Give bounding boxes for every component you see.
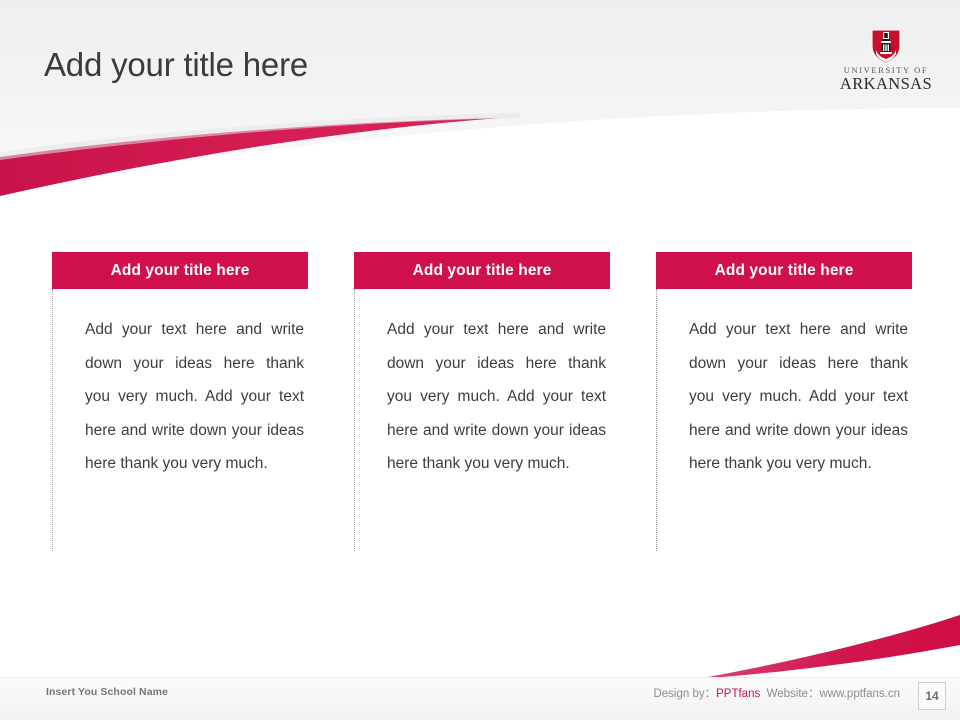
page-title: Add your title here [44, 46, 309, 83]
crimson-swoosh-bottom [708, 615, 960, 678]
footer-credit: Design by：PPTfans Website：www.pptfans.cn [653, 685, 900, 701]
footer-website-value: www.pptfans.cn [819, 688, 900, 700]
content-columns: Add your title here Add your text here a… [52, 252, 912, 551]
footer-design-by-value: PPTfans [716, 688, 761, 700]
footer-website-label: Website： [766, 688, 820, 700]
card-3-text: Add your text here and write down your i… [689, 321, 908, 472]
content-card-1: Add your title here Add your text here a… [52, 252, 308, 551]
card-1-header-label: Add your title here [110, 261, 250, 279]
footer-design-by-label: Design by： [653, 688, 717, 700]
logo-line-arkansas: ARKANSAS [839, 73, 933, 93]
card-2-text: Add your text here and write down your i… [387, 321, 606, 472]
card-1-body: Add your text here and write down your i… [52, 289, 308, 551]
card-3-header[interactable]: Add your title here [656, 252, 912, 289]
card-2-body: Add your text here and write down your i… [354, 289, 610, 551]
card-1-header[interactable]: Add your title here [52, 252, 308, 289]
content-card-3: Add your title here Add your text here a… [656, 252, 912, 551]
card-3-header-label: Add your title here [714, 261, 854, 279]
header-band-shadow [0, 113, 520, 160]
header-band [0, 0, 960, 188]
content-card-2: Add your title here Add your text here a… [354, 252, 610, 551]
card-3-body: Add your text here and write down your i… [656, 289, 912, 551]
university-logo: UNIVERSITY OF ARKANSAS [834, 28, 938, 94]
footer-school-name: Insert You School Name [46, 686, 169, 698]
page-number: 14 [925, 689, 939, 703]
footer-divider [0, 677, 960, 678]
logo-wordmark: UNIVERSITY OF ARKANSAS [840, 66, 932, 92]
slide-canvas: Add your title here UNIVERSITY OF ARKANS… [0, 0, 960, 720]
crimson-swoosh-top [0, 118, 500, 196]
card-2-header-label: Add your title here [412, 261, 552, 279]
card-1-text: Add your text here and write down your i… [85, 321, 304, 472]
page-number-badge: 14 [918, 682, 946, 710]
card-2-header[interactable]: Add your title here [354, 252, 610, 289]
shield-icon [870, 28, 902, 64]
